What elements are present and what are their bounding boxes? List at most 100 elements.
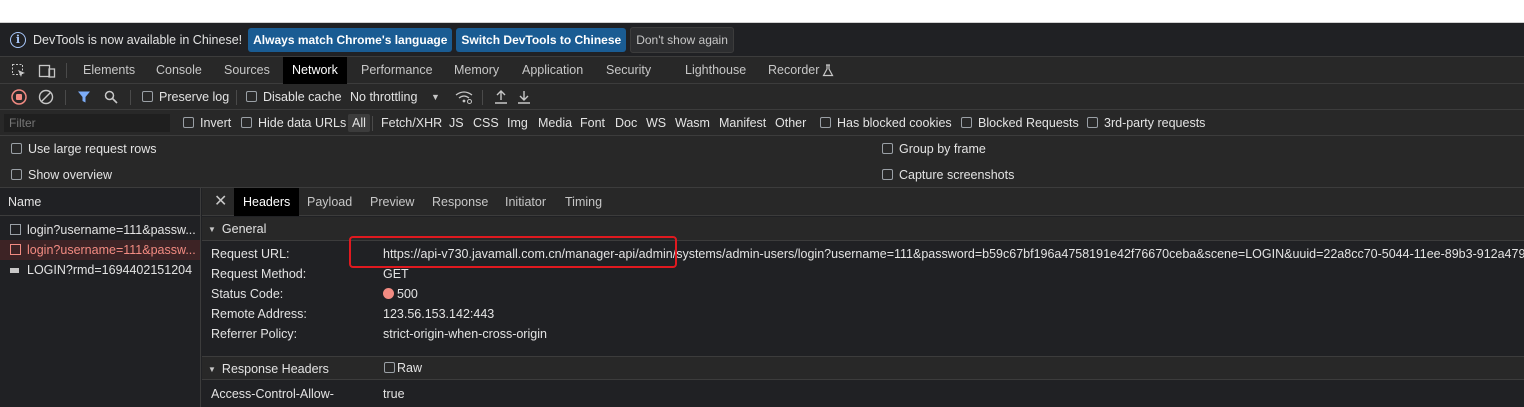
- type-filter-font[interactable]: Font: [580, 110, 605, 136]
- device-toolbar-icon[interactable]: [38, 63, 56, 79]
- referrer-policy-label: Referrer Policy:: [211, 327, 298, 341]
- network-toolbar: Preserve log Disable cache No throttling…: [0, 84, 1524, 110]
- type-filter-wasm[interactable]: Wasm: [675, 110, 710, 136]
- type-filter-media[interactable]: Media: [538, 110, 572, 136]
- disable-cache-checkbox[interactable]: [246, 91, 257, 102]
- large-rows-checkbox[interactable]: [11, 143, 22, 154]
- language-infobar: i DevTools is now available in Chinese! …: [0, 23, 1524, 57]
- preserve-log-checkbox[interactable]: [142, 91, 153, 102]
- flask-icon: [822, 64, 834, 77]
- request-method-label: Request Method:: [211, 267, 307, 281]
- import-har-icon[interactable]: [494, 89, 508, 105]
- group-by-frame-option[interactable]: Group by frame: [882, 142, 986, 156]
- error-status-icon: [383, 288, 394, 299]
- inspect-element-icon[interactable]: [11, 63, 27, 79]
- close-icon[interactable]: ✕: [214, 188, 227, 216]
- tab-network[interactable]: Network: [283, 57, 347, 84]
- filter-icon[interactable]: [77, 90, 91, 104]
- tab-memory[interactable]: Memory: [454, 57, 499, 84]
- export-har-icon[interactable]: [517, 89, 531, 105]
- capture-screenshots-option[interactable]: Capture screenshots: [882, 168, 1014, 182]
- browser-top-strip: [0, 0, 1524, 23]
- filter-input[interactable]: [4, 114, 170, 132]
- show-overview-option[interactable]: Show overview: [11, 168, 112, 182]
- type-filter-manifest[interactable]: Manifest: [719, 110, 766, 136]
- disable-cache-option[interactable]: Disable cache: [246, 84, 342, 110]
- throttling-select[interactable]: No throttling: [350, 84, 417, 110]
- invert-option[interactable]: Invert: [183, 110, 231, 136]
- request-url-value: https://api-v730.javamall.com.cn/manager…: [383, 247, 1524, 261]
- dont-show-again-button[interactable]: Don't show again: [630, 26, 734, 53]
- type-filter-all[interactable]: All: [348, 114, 370, 132]
- preserve-log-option[interactable]: Preserve log: [142, 84, 229, 110]
- name-column-header[interactable]: Name: [0, 188, 200, 216]
- remote-address-value: 123.56.153.142:443: [383, 307, 495, 321]
- type-filter-ws[interactable]: WS: [646, 110, 666, 136]
- separator: [66, 63, 67, 78]
- type-filter-css[interactable]: CSS: [473, 110, 499, 136]
- tab-headers[interactable]: Headers: [234, 188, 300, 216]
- tab-lighthouse[interactable]: Lighthouse: [685, 57, 746, 84]
- type-filter-fetch-xhr[interactable]: Fetch/XHR: [381, 110, 442, 136]
- type-filter-img[interactable]: Img: [507, 110, 528, 136]
- triangle-down-icon: ▼: [208, 365, 216, 374]
- tab-console[interactable]: Console: [156, 57, 202, 84]
- tab-payload[interactable]: Payload: [307, 188, 352, 216]
- large-rows-option[interactable]: Use large request rows: [11, 142, 157, 156]
- general-section-header[interactable]: ▼ General: [202, 217, 1524, 241]
- clear-icon[interactable]: [38, 89, 54, 105]
- tab-initiator[interactable]: Initiator: [505, 188, 546, 216]
- remote-address-label: Remote Address:: [211, 307, 307, 321]
- tab-security[interactable]: Security: [606, 57, 651, 84]
- hide-data-urls-option[interactable]: Hide data URLs: [241, 110, 346, 136]
- request-row[interactable]: login?username=111&passw...: [0, 220, 200, 240]
- request-row[interactable]: LOGIN?rmd=1694402151204: [0, 260, 200, 280]
- type-filter-other[interactable]: Other: [775, 110, 806, 136]
- network-conditions-icon[interactable]: [455, 90, 473, 104]
- detail-tabbar: ✕ Headers Payload Preview Response Initi…: [202, 188, 1524, 216]
- third-party-requests-checkbox[interactable]: [1087, 117, 1098, 128]
- tab-recorder[interactable]: Recorder: [768, 57, 819, 84]
- chevron-down-icon[interactable]: ▼: [431, 84, 440, 110]
- status-code-label: Status Code:: [211, 287, 284, 301]
- switch-chinese-button[interactable]: Switch DevTools to Chinese: [456, 27, 627, 52]
- tab-response[interactable]: Response: [432, 188, 488, 216]
- third-party-requests-option[interactable]: 3rd-party requests: [1087, 110, 1205, 136]
- info-icon: i: [10, 31, 26, 48]
- response-header-key: Access-Control-Allow-: [211, 387, 334, 401]
- capture-screenshots-checkbox[interactable]: [882, 169, 893, 180]
- separator: [236, 90, 237, 105]
- tab-elements[interactable]: Elements: [83, 57, 135, 84]
- tab-timing[interactable]: Timing: [565, 188, 602, 216]
- show-overview-checkbox[interactable]: [11, 169, 22, 180]
- request-detail-pane: ✕ Headers Payload Preview Response Initi…: [202, 188, 1524, 407]
- referrer-policy-value: strict-origin-when-cross-origin: [383, 327, 547, 341]
- blocked-requests-option[interactable]: Blocked Requests: [961, 110, 1079, 136]
- type-filter-js[interactable]: JS: [449, 110, 464, 136]
- raw-checkbox[interactable]: [384, 362, 395, 373]
- separator: [130, 90, 131, 105]
- stop-recording-icon[interactable]: [11, 89, 27, 105]
- invert-checkbox[interactable]: [183, 117, 194, 128]
- has-blocked-cookies-option[interactable]: Has blocked cookies: [820, 110, 952, 136]
- devtools-tabbar: Elements Console Sources Network Perform…: [0, 57, 1524, 84]
- request-url-label: Request URL:: [211, 247, 290, 261]
- infobar-message: DevTools is now available in Chinese!: [33, 32, 243, 47]
- has-blocked-cookies-checkbox[interactable]: [820, 117, 831, 128]
- search-icon[interactable]: [104, 90, 118, 104]
- tab-preview[interactable]: Preview: [370, 188, 414, 216]
- request-method-value: GET: [383, 267, 409, 281]
- tab-performance[interactable]: Performance: [361, 57, 433, 84]
- tab-sources[interactable]: Sources: [224, 57, 270, 84]
- request-row-selected-error[interactable]: login?username=111&passw...: [0, 240, 200, 260]
- response-header-value: true: [383, 387, 405, 401]
- blocked-requests-checkbox[interactable]: [961, 117, 972, 128]
- tab-application[interactable]: Application: [522, 57, 583, 84]
- group-by-frame-checkbox[interactable]: [882, 143, 893, 154]
- type-filter-doc[interactable]: Doc: [615, 110, 637, 136]
- separator: [372, 116, 373, 131]
- raw-toggle[interactable]: Raw: [384, 361, 422, 375]
- match-language-button[interactable]: Always match Chrome's language: [248, 27, 453, 52]
- hide-data-urls-checkbox[interactable]: [241, 117, 252, 128]
- network-settings: Use large request rows Show overview Gro…: [0, 136, 1524, 188]
